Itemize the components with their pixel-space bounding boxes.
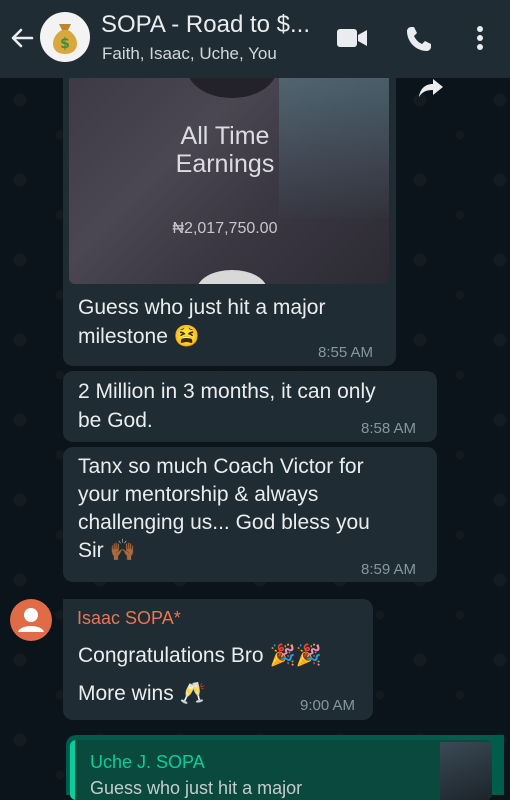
message-text: 2 Million in 3 months, it can only be Go…: [78, 377, 376, 435]
message-line: 2 Million in 3 months, it can only: [78, 380, 376, 403]
message-text: Guess who just hit a major milestone 😫: [78, 293, 325, 351]
message-time: 8:58 AM: [361, 420, 417, 437]
quote-accent-bar: [70, 740, 75, 800]
media-shape: [187, 78, 277, 98]
media-shape: [197, 270, 267, 284]
message-line: Congratulations Bro 🎉🎉: [78, 644, 322, 667]
default-avatar-icon: [18, 608, 44, 632]
message-text: Congratulations Bro 🎉🎉 More wins 🥂: [78, 637, 322, 713]
media-heading-line: Earnings: [175, 150, 275, 178]
back-arrow-icon[interactable]: [8, 24, 36, 52]
sender-name[interactable]: Isaac SOPA*: [77, 608, 181, 629]
svg-text:$: $: [60, 36, 70, 52]
quoted-text: Guess who just hit a major: [90, 778, 303, 798]
message-line: milestone 😫: [78, 325, 200, 348]
message-time: 9:00 AM: [300, 697, 356, 714]
more-options-icon[interactable]: [468, 22, 492, 54]
message-bubble[interactable]: All Time Earnings ₦2,017,750.00 Guess wh…: [63, 70, 396, 366]
video-call-icon[interactable]: [336, 27, 368, 49]
chat-title[interactable]: SOPA - Road to $...: [101, 11, 327, 39]
message-bubble[interactable]: Isaac SOPA* Congratulations Bro 🎉🎉 More …: [63, 599, 373, 720]
chat-participants[interactable]: Faith, Isaac, Uche, You: [102, 44, 277, 64]
money-bag-icon: $: [52, 24, 78, 54]
media-heading-line: All Time: [180, 122, 270, 150]
message-line: your mentorship & always: [78, 483, 319, 506]
chat-header: $ SOPA - Road to $... Faith, Isaac, Uche…: [0, 0, 510, 78]
message-line: Sir 🙌🏾: [78, 539, 136, 562]
message-text: Tanx so much Coach Victor for your mento…: [78, 453, 370, 565]
media-heading: All Time Earnings: [69, 122, 381, 178]
message-line: challenging us... God bless you: [78, 511, 370, 534]
message-line: Guess who just hit a major: [78, 296, 326, 319]
message-line: Tanx so much Coach Victor for: [78, 455, 364, 478]
quoted-message[interactable]: Uche J. SOPA Guess who just hit a major: [70, 740, 492, 800]
message-bubble[interactable]: 2 Million in 3 months, it can only be Go…: [63, 371, 437, 442]
message-bubble[interactable]: Tanx so much Coach Victor for your mento…: [63, 447, 437, 582]
quoted-sender: Uche J. SOPA: [90, 752, 205, 772]
message-line: More wins 🥂: [78, 682, 206, 705]
sender-avatar[interactable]: [10, 599, 52, 641]
message-time: 8:59 AM: [361, 561, 417, 578]
message-time: 8:55 AM: [318, 344, 374, 361]
outgoing-message-bubble[interactable]: Uche J. SOPA Guess who just hit a major: [66, 735, 504, 800]
group-avatar[interactable]: $: [40, 12, 90, 62]
voice-call-icon[interactable]: [404, 24, 434, 54]
earnings-screenshot[interactable]: All Time Earnings ₦2,017,750.00: [69, 78, 389, 284]
message-line: be God.: [78, 409, 153, 432]
quoted-thumbnail: [440, 742, 492, 800]
forward-icon[interactable]: [417, 76, 445, 98]
earnings-amount: ₦2,017,750.00: [172, 220, 278, 237]
